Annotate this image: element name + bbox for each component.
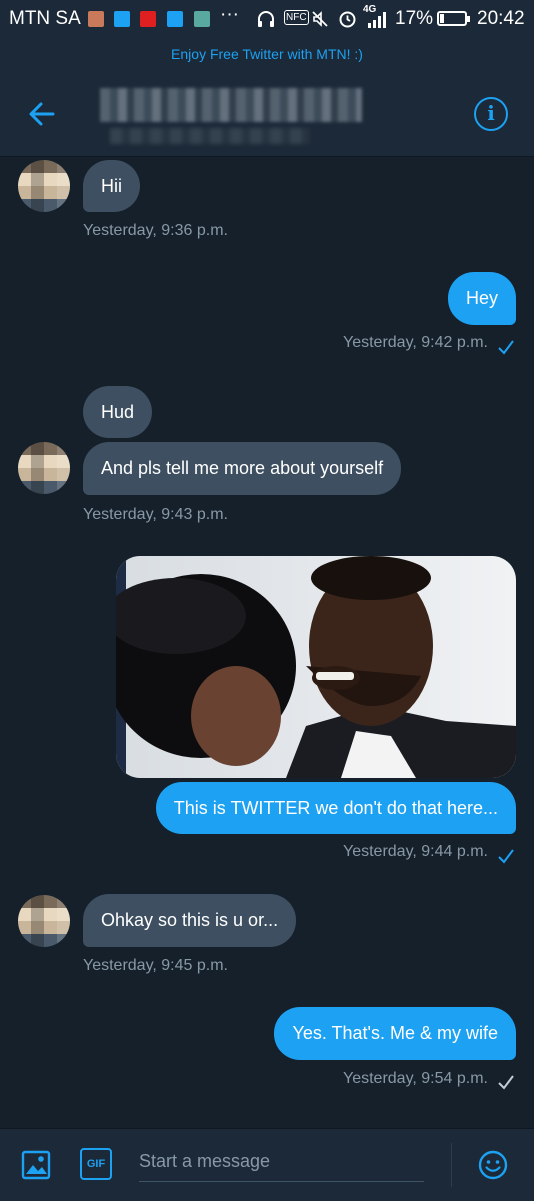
message-timestamp: Yesterday, 9:54 p.m.	[343, 1070, 488, 1087]
back-arrow-icon[interactable]	[24, 96, 60, 132]
nfc-icon: NFC	[284, 10, 309, 25]
headphones-icon	[258, 11, 274, 27]
status-bar: MTN SA ··· NFC 4G 17% 20:42	[0, 0, 534, 38]
sent-check-icon	[498, 1075, 514, 1090]
read-check-icon	[498, 340, 514, 355]
message-timestamp: Yesterday, 9:44 p.m.	[343, 843, 488, 860]
gif-label: GIF	[86, 1158, 106, 1170]
twitter-notification-icon	[167, 11, 183, 27]
battery-icon	[437, 11, 470, 26]
incoming-message[interactable]: Hud	[83, 386, 153, 438]
shared-image[interactable]	[116, 556, 516, 778]
message-timestamp: Yesterday, 9:36 p.m.	[83, 222, 228, 239]
photo-of-couple	[116, 556, 516, 778]
message-timestamp: Yesterday, 9:42 p.m.	[343, 334, 488, 351]
contact-avatar[interactable]	[18, 895, 70, 947]
incoming-message[interactable]: Ohkay so this is u or...	[83, 894, 297, 947]
signal-icon	[368, 12, 386, 28]
outgoing-message[interactable]: Yes. That's. Me & my wife	[274, 1007, 516, 1060]
emoji-icon[interactable]	[477, 1149, 509, 1181]
twitter-notification-icon	[114, 11, 130, 27]
alarm-icon	[339, 11, 356, 28]
carrier-name: MTN SA	[9, 8, 81, 29]
more-notifications-icon: ···	[220, 4, 239, 25]
shield-notification-icon	[194, 11, 210, 27]
info-icon[interactable]: i	[474, 97, 508, 131]
outgoing-message[interactable]: This is TWITTER we don't do that here...	[155, 782, 516, 834]
message-timestamp: Yesterday, 9:45 p.m.	[83, 957, 228, 974]
gif-icon[interactable]: GIF	[80, 1148, 112, 1180]
clock: 20:42	[477, 8, 525, 29]
youtube-notification-icon	[140, 11, 156, 27]
email-notification-icon	[88, 11, 104, 27]
message-input[interactable]: Start a message	[139, 1147, 424, 1182]
contact-avatar[interactable]	[18, 160, 70, 212]
image-icon[interactable]	[20, 1149, 52, 1181]
read-check-icon	[498, 849, 514, 864]
contact-avatar[interactable]	[18, 442, 70, 494]
message-composer: GIF Start a message	[0, 1128, 534, 1201]
outgoing-message[interactable]: Hey	[447, 272, 516, 325]
promo-banner[interactable]: Enjoy Free Twitter with MTN! :)	[0, 38, 534, 72]
battery-percent: 17%	[395, 8, 434, 29]
blurred-contact-name[interactable]	[100, 88, 362, 122]
incoming-message[interactable]: And pls tell me more about yourself	[83, 442, 402, 495]
incoming-message[interactable]: Hii	[83, 160, 140, 212]
blurred-contact-handle	[110, 128, 310, 144]
conversation-header	[0, 72, 534, 157]
message-timestamp: Yesterday, 9:43 p.m.	[83, 506, 228, 523]
composer-divider	[451, 1143, 452, 1187]
mute-icon	[312, 11, 328, 27]
